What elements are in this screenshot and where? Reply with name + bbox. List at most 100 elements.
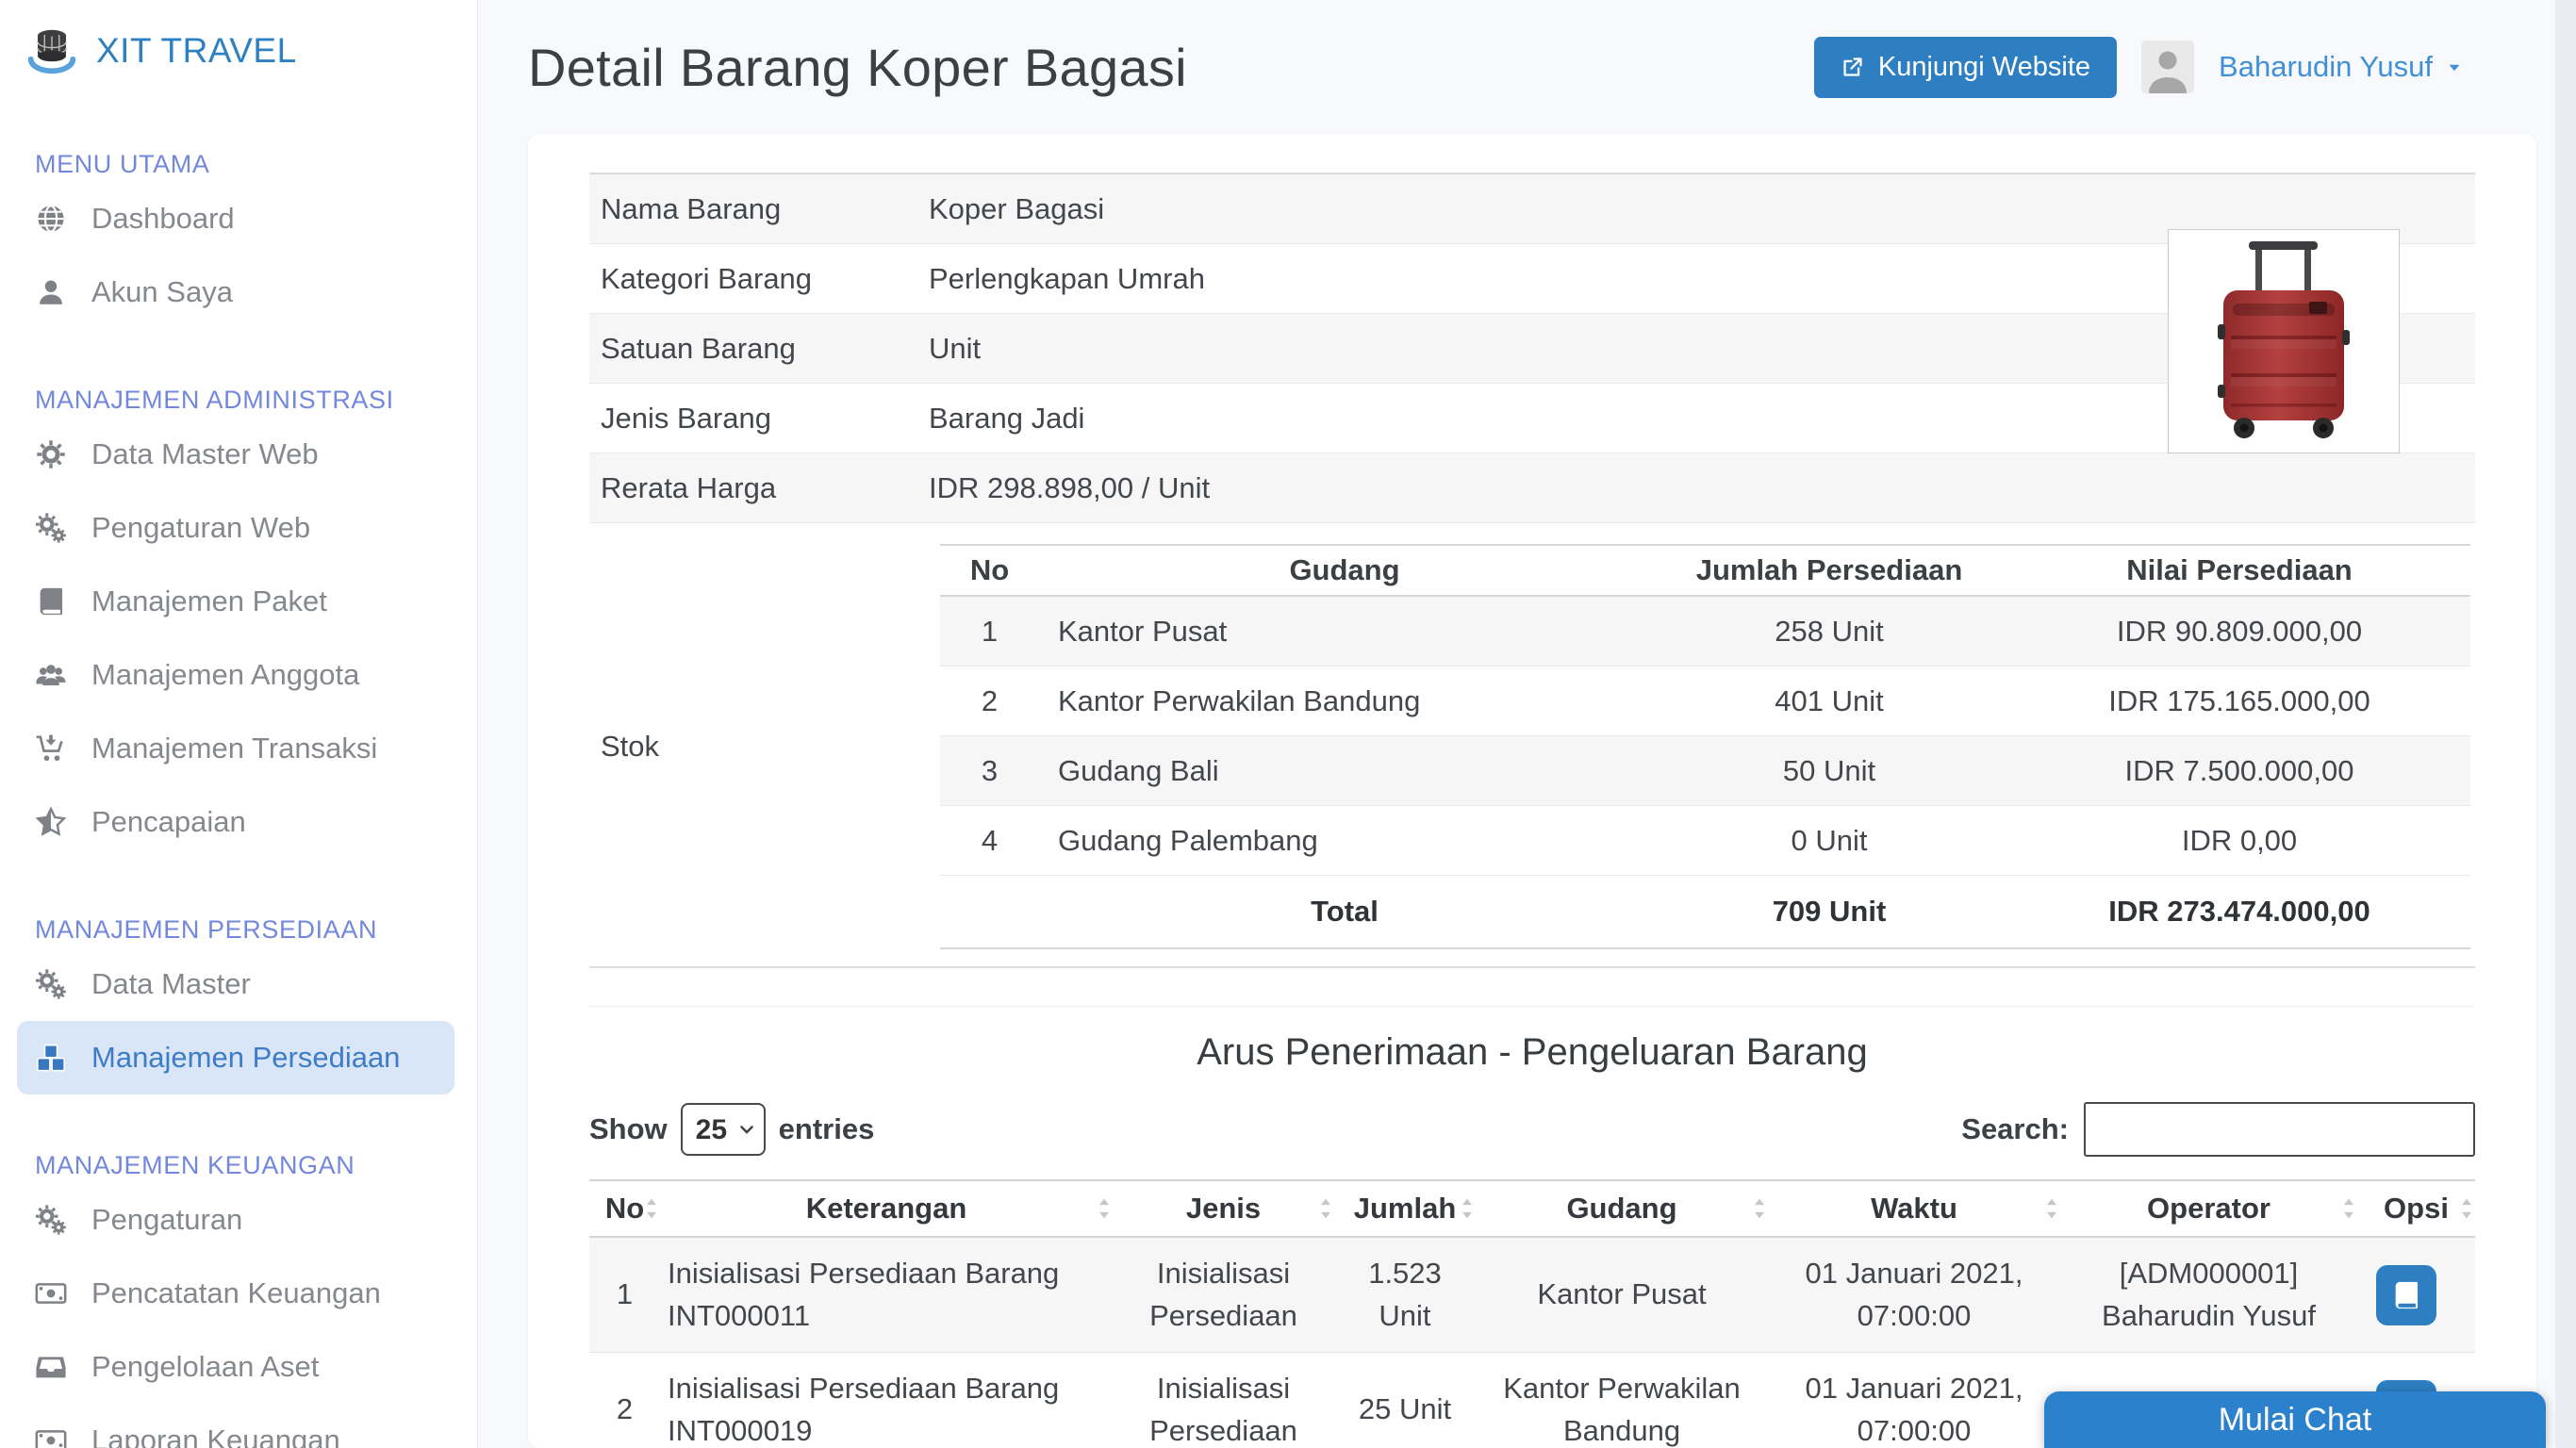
page-title: Detail Barang Koper Bagasi [528,37,1187,98]
sidebar-item-icon [35,585,73,617]
sidebar-item-icon [35,1277,73,1309]
external-link-icon [1841,55,1865,79]
sidebar-item[interactable]: Pencatatan Keuangan [0,1257,477,1330]
flow-column-header[interactable]: Jumlah [1334,1181,1476,1236]
flow-cell-no: 1 [589,1260,660,1329]
stok-column-header: Jumlah Persediaan [1650,553,2008,587]
stok-cell-jumlah: 50 Unit [1650,754,2008,788]
stok-cell-jumlah: 0 Unit [1650,824,2008,858]
sidebar-item[interactable]: Pengaturan [0,1183,477,1257]
flow-column-header[interactable]: Waktu [1768,1181,2060,1236]
sidebar-item-icon [35,1351,73,1383]
flow-column-header[interactable]: Jenis [1113,1181,1334,1236]
stok-cell-gudang: Gudang Bali [1039,754,1650,788]
sidebar-section-heading: MANAJEMEN ADMINISTRASI [0,384,477,416]
product-image [2168,229,2400,453]
sidebar-item-label: Laporan Keuangan [91,1423,340,1448]
flow-cell-jenis: Inisialisasi Persediaan [1113,1240,1334,1351]
table-controls: Show 25 entries Search: [589,1102,2475,1157]
stok-total-nilai: IDR 273.474.000,00 [2008,895,2470,929]
flow-column-label: Keterangan [806,1192,967,1226]
visit-website-button[interactable]: Kunjungi Website [1814,37,2117,98]
sidebar-item[interactable]: Pengelolaan Aset [0,1330,477,1404]
sidebar-item-icon [35,1042,73,1074]
detail-opsi-button[interactable] [2376,1265,2436,1325]
sidebar-item-icon [35,659,73,691]
stok-total-jumlah: 709 Unit [1650,895,2008,929]
sidebar: XIT TRAVEL MENU UTAMA Dashboard Akun Say… [0,0,478,1448]
stok-cell-gudang: Gudang Palembang [1039,824,1650,858]
detail-label: Satuan Barang [589,332,929,366]
flow-cell-operator: [ADM000001] Baharudin Yusuf [2060,1240,2357,1351]
sidebar-section-heading: MANAJEMEN KEUANGAN [0,1149,477,1181]
avatar[interactable] [2141,41,2194,93]
sidebar-item[interactable]: Pencapaian [0,785,477,859]
show-label: Show [589,1112,668,1146]
flow-cell-jenis: Inisialisasi Persediaan [1113,1355,1334,1448]
entries-label: entries [779,1112,875,1146]
stok-cell-nilai: IDR 7.500.000,00 [2008,754,2470,788]
sidebar-item-label: Data Master Web [91,437,319,471]
sidebar-item-icon [35,968,73,1000]
user-menu[interactable]: Baharudin Yusuf [2219,50,2465,84]
brand[interactable]: XIT TRAVEL [0,21,477,81]
detail-value: Koper Bagasi [929,192,2475,226]
scroll-gutter[interactable] [2555,0,2576,1448]
sort-icon [1098,1197,1111,1220]
sort-icon [1753,1197,1766,1220]
flow-column-header[interactable]: Gudang [1476,1181,1768,1236]
stok-label: Stok [589,730,929,764]
sidebar-item[interactable]: Data Master Web [0,418,477,491]
flow-column-label: Gudang [1566,1192,1676,1226]
sidebar-item-icon [35,438,73,470]
flow-cell-jumlah: 1.523 Unit [1334,1240,1476,1351]
search-input[interactable] [2084,1102,2475,1157]
sort-icon [2045,1197,2058,1220]
flow-cell-keterangan: Inisialisasi Persediaan Barang INT000019 [660,1355,1113,1448]
sidebar-item-icon [35,806,73,838]
sidebar-item-label: Dashboard [91,202,235,236]
sidebar-item-icon [35,732,73,765]
sidebar-item[interactable]: Akun Saya [0,255,477,329]
stok-cell-no: 2 [940,684,1039,718]
flow-column-header[interactable]: Operator [2060,1181,2357,1236]
sidebar-item[interactable]: Laporan Keuangan [0,1404,477,1448]
stok-table-row: 3 Gudang Bali 50 Unit IDR 7.500.000,00 [940,736,2470,806]
sidebar-item[interactable]: Manajemen Persediaan [17,1021,454,1094]
section-divider [589,966,2475,968]
mulai-chat-button[interactable]: Mulai Chat [2044,1391,2546,1448]
stok-table-row: 4 Gudang Palembang 0 Unit IDR 0,00 [940,806,2470,876]
sidebar-item-icon [35,203,73,235]
chevron-down-icon [2444,57,2465,77]
stok-cell-jumlah: 401 Unit [1650,684,2008,718]
sidebar-item[interactable]: Manajemen Anggota [0,638,477,712]
sidebar-item-label: Pengaturan [91,1203,242,1237]
topbar-right: Kunjungi Website Baharudin Yusuf [1814,37,2465,98]
stok-total-label: Total [1039,895,1650,929]
suitcase-illustration [2189,241,2378,441]
detail-label: Nama Barang [589,192,929,226]
detail-card: Nama Barang Koper Bagasi Kategori Barang… [528,134,2536,1448]
sort-icon [645,1197,658,1220]
sidebar-section-heading: MANAJEMEN PERSEDIAAN [0,913,477,946]
search-control: Search: [1961,1102,2475,1157]
section-divider-thin [589,1006,2475,1007]
sidebar-item[interactable]: Manajemen Transaksi [0,712,477,785]
stok-column-header: Nilai Persediaan [2008,553,2470,587]
sidebar-item-icon [35,1424,73,1448]
stok-cell-nilai: IDR 0,00 [2008,824,2470,858]
sidebar-item-label: Manajemen Transaksi [91,732,377,765]
user-name: Baharudin Yusuf [2219,50,2433,84]
sort-icon [2342,1197,2355,1220]
sidebar-item[interactable]: Dashboard [0,182,477,255]
flow-column-header[interactable]: Keterangan [660,1181,1113,1236]
flow-column-label: Waktu [1871,1192,1957,1226]
flow-column-header[interactable]: Opsi [2357,1181,2475,1236]
sidebar-item[interactable]: Manajemen Paket [0,565,477,638]
sidebar-section-heading: MENU UTAMA [0,148,477,180]
flow-column-header[interactable]: No [589,1181,660,1236]
sidebar-item-label: Manajemen Anggota [91,658,359,692]
page-size-select[interactable]: 25 [681,1103,766,1156]
sidebar-item[interactable]: Pengaturan Web [0,491,477,565]
sidebar-item[interactable]: Data Master [0,947,477,1021]
